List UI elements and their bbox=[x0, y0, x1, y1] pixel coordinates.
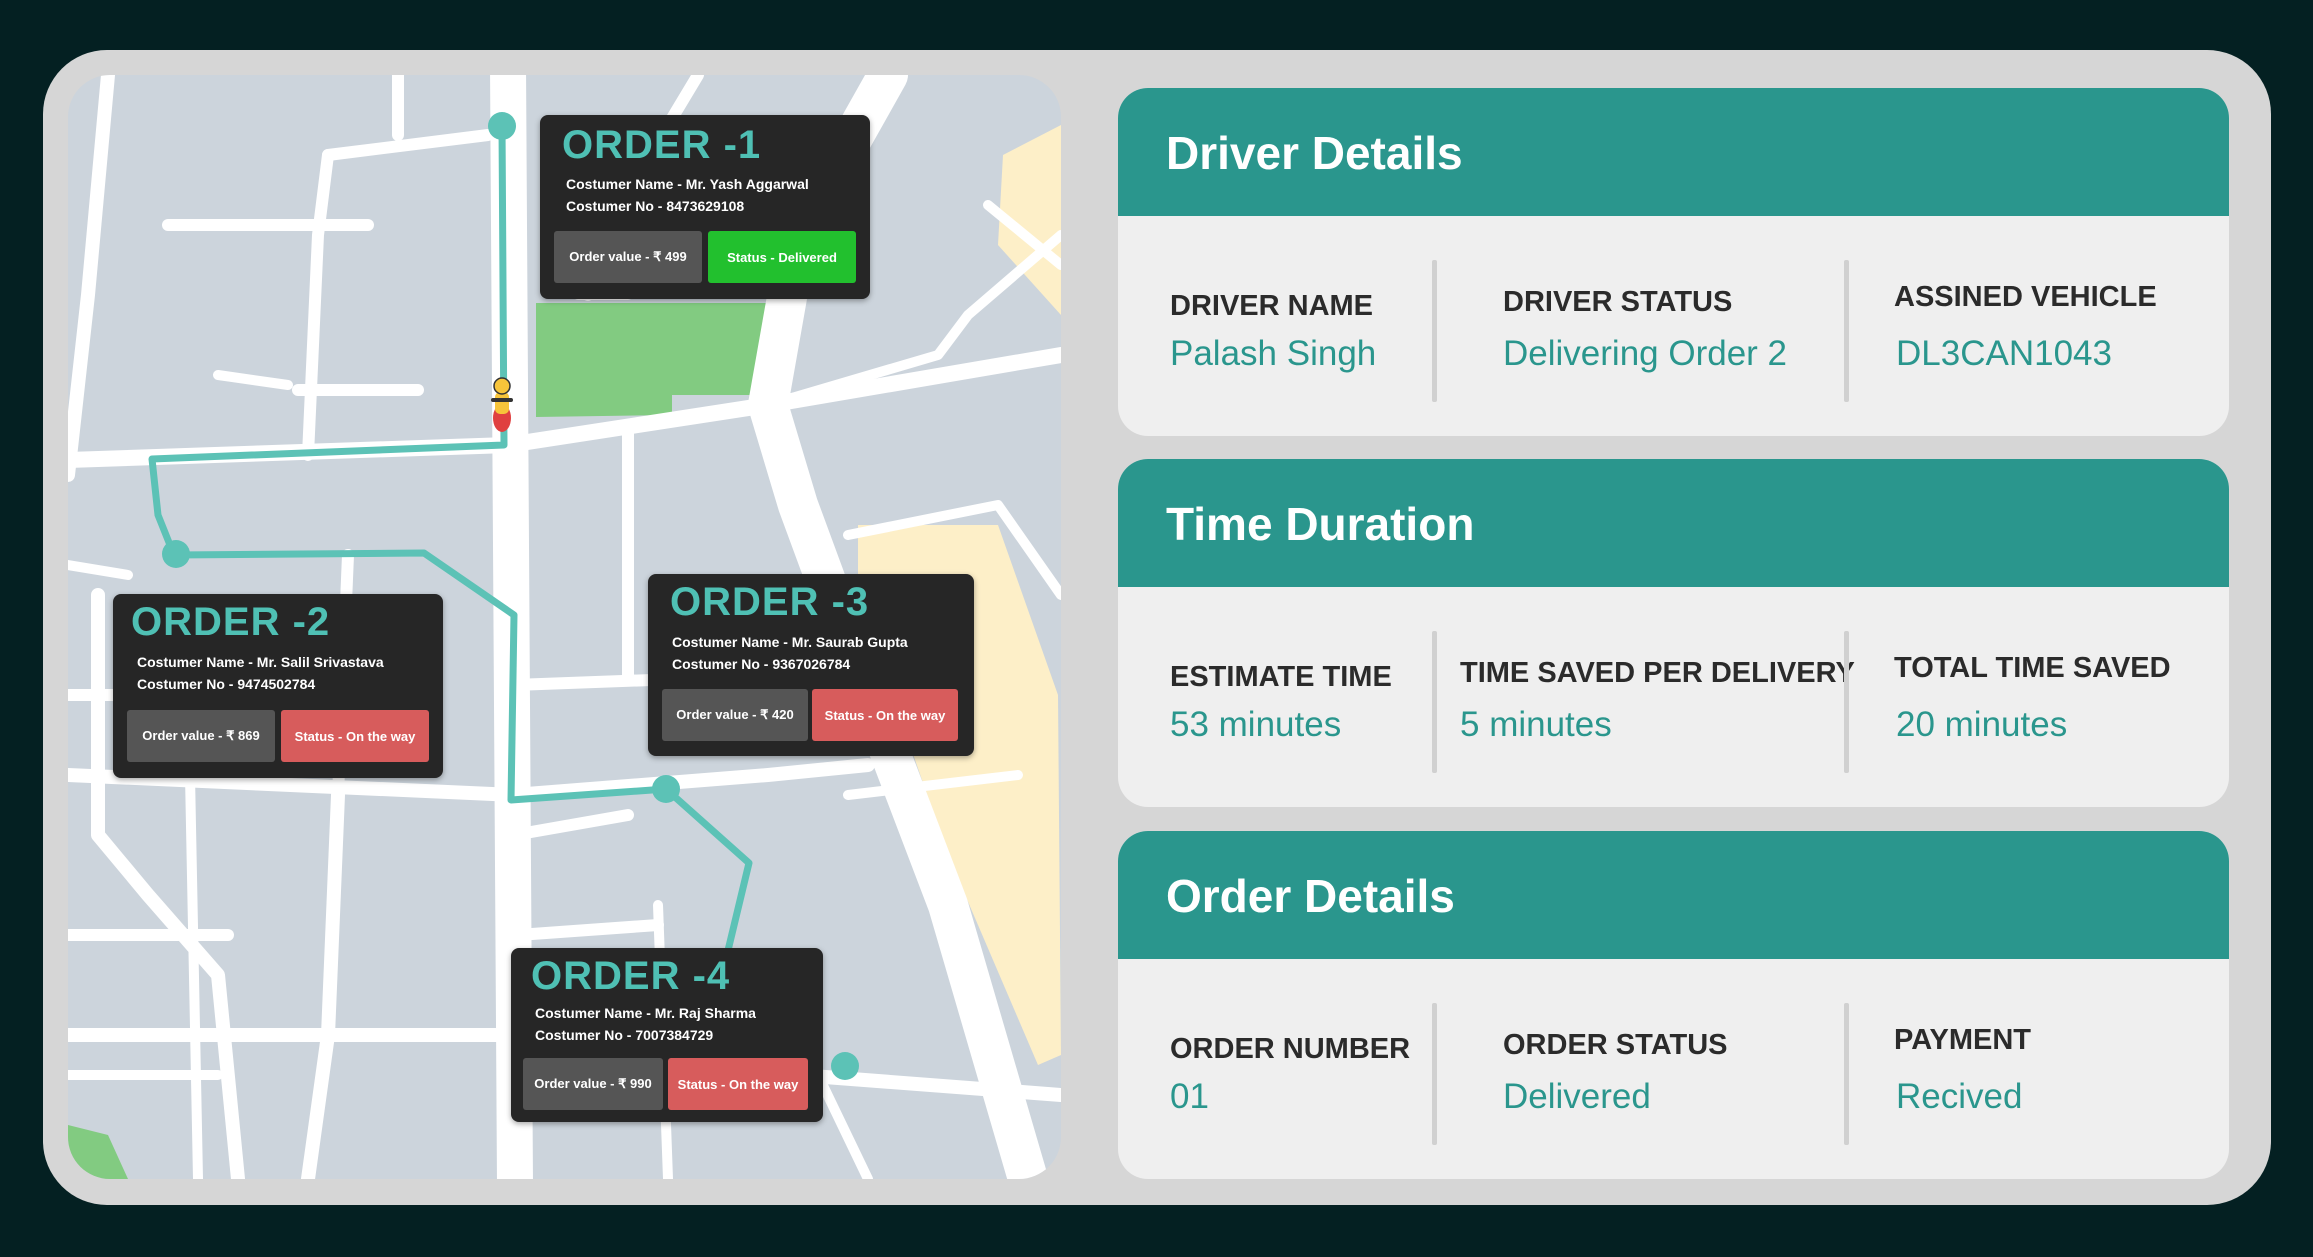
payment-value: Recived bbox=[1896, 1077, 2023, 1116]
card-header: Driver Details bbox=[1118, 88, 2229, 216]
divider bbox=[1844, 1003, 1849, 1145]
assigned-vehicle-value: DL3CAN1043 bbox=[1896, 334, 2112, 373]
customer-name: Costumer Name - Mr. Salil Srivastava bbox=[137, 654, 384, 670]
order-value-chip: Order value - ₹ 420 bbox=[662, 689, 808, 741]
customer-number: Costumer No - 8473629108 bbox=[566, 198, 745, 214]
delivery-map[interactable]: ORDER -1 Costumer Name - Mr. Yash Aggarw… bbox=[68, 75, 1061, 1179]
order-value-chip: Order value - ₹ 499 bbox=[554, 231, 702, 283]
customer-name: Costumer Name - Mr. Raj Sharma bbox=[535, 1005, 756, 1021]
order-value-chip: Order value - ₹ 869 bbox=[127, 710, 275, 762]
card-header: Time Duration bbox=[1118, 459, 2229, 587]
card-title: Order Details bbox=[1166, 870, 1455, 922]
customer-number: Costumer No - 7007384729 bbox=[535, 1027, 714, 1043]
customer-name: Costumer Name - Mr. Yash Aggarwal bbox=[566, 176, 809, 192]
customer-number: Costumer No - 9474502784 bbox=[137, 676, 316, 692]
time-saved-per-delivery-label: TIME SAVED PER DELIVERY bbox=[1460, 657, 1855, 689]
order-popup-2[interactable]: ORDER -2 Costumer Name - Mr. Salil Sriva… bbox=[113, 594, 443, 778]
order-status-label: ORDER STATUS bbox=[1503, 1029, 1728, 1061]
divider bbox=[1844, 631, 1849, 773]
card-header: Order Details bbox=[1118, 831, 2229, 959]
order-title: ORDER -1 bbox=[562, 123, 762, 167]
order-details-card: Order Details ORDER NUMBER 01 ORDER STAT… bbox=[1118, 831, 2229, 1179]
park-corner bbox=[68, 1125, 128, 1179]
order-title: ORDER -2 bbox=[131, 600, 331, 644]
divider bbox=[1432, 631, 1437, 773]
order-status-value: Delivered bbox=[1503, 1077, 1651, 1116]
order-title: ORDER -4 bbox=[531, 954, 731, 998]
status-badge: Status - On the way bbox=[812, 689, 958, 741]
customer-number: Costumer No - 9367026784 bbox=[672, 656, 851, 672]
status-badge: Status - Delivered bbox=[708, 231, 856, 283]
time-duration-card: Time Duration ESTIMATE TIME 53 minutes T… bbox=[1118, 459, 2229, 807]
driver-name-label: DRIVER NAME bbox=[1170, 290, 1374, 322]
status-badge: Status - On the way bbox=[668, 1058, 808, 1110]
order-popup-1[interactable]: ORDER -1 Costumer Name - Mr. Yash Aggarw… bbox=[540, 115, 870, 299]
divider bbox=[1432, 260, 1437, 402]
order-number-label: ORDER NUMBER bbox=[1170, 1033, 1411, 1065]
estimate-time-value: 53 minutes bbox=[1170, 705, 1342, 744]
route-stop-order-1[interactable] bbox=[488, 112, 516, 140]
order-title: ORDER -3 bbox=[670, 580, 870, 624]
order-number-value: 01 bbox=[1170, 1077, 1209, 1116]
time-saved-per-delivery-value: 5 minutes bbox=[1460, 705, 1612, 744]
divider bbox=[1432, 1003, 1437, 1145]
driver-name-value: Palash Singh bbox=[1170, 334, 1377, 373]
order-popup-4[interactable]: ORDER -4 Costumer Name - Mr. Raj Sharma … bbox=[511, 948, 823, 1122]
total-time-saved-label: TOTAL TIME SAVED bbox=[1894, 652, 2171, 684]
card-title: Time Duration bbox=[1166, 498, 1475, 550]
route-stop-order-3[interactable] bbox=[652, 775, 680, 803]
order-value-chip: Order value - ₹ 990 bbox=[523, 1058, 663, 1110]
customer-name: Costumer Name - Mr. Saurab Gupta bbox=[672, 634, 908, 650]
park-area bbox=[536, 303, 768, 417]
divider bbox=[1844, 260, 1849, 402]
status-badge: Status - On the way bbox=[281, 710, 429, 762]
route-stop-order-4[interactable] bbox=[831, 1052, 859, 1080]
route-stop-order-2[interactable] bbox=[162, 540, 190, 568]
total-time-saved-value: 20 minutes bbox=[1896, 705, 2068, 744]
driver-details-card: Driver Details DRIVER NAME Palash Singh … bbox=[1118, 88, 2229, 436]
order-popup-3[interactable]: ORDER -3 Costumer Name - Mr. Saurab Gupt… bbox=[648, 574, 974, 756]
driver-status-label: DRIVER STATUS bbox=[1503, 286, 1733, 318]
payment-label: PAYMENT bbox=[1894, 1024, 2031, 1056]
driver-status-value: Delivering Order 2 bbox=[1503, 334, 1787, 373]
assigned-vehicle-label: ASSINED VEHICLE bbox=[1894, 281, 2157, 313]
estimate-time-label: ESTIMATE TIME bbox=[1170, 661, 1392, 693]
card-title: Driver Details bbox=[1166, 127, 1463, 179]
